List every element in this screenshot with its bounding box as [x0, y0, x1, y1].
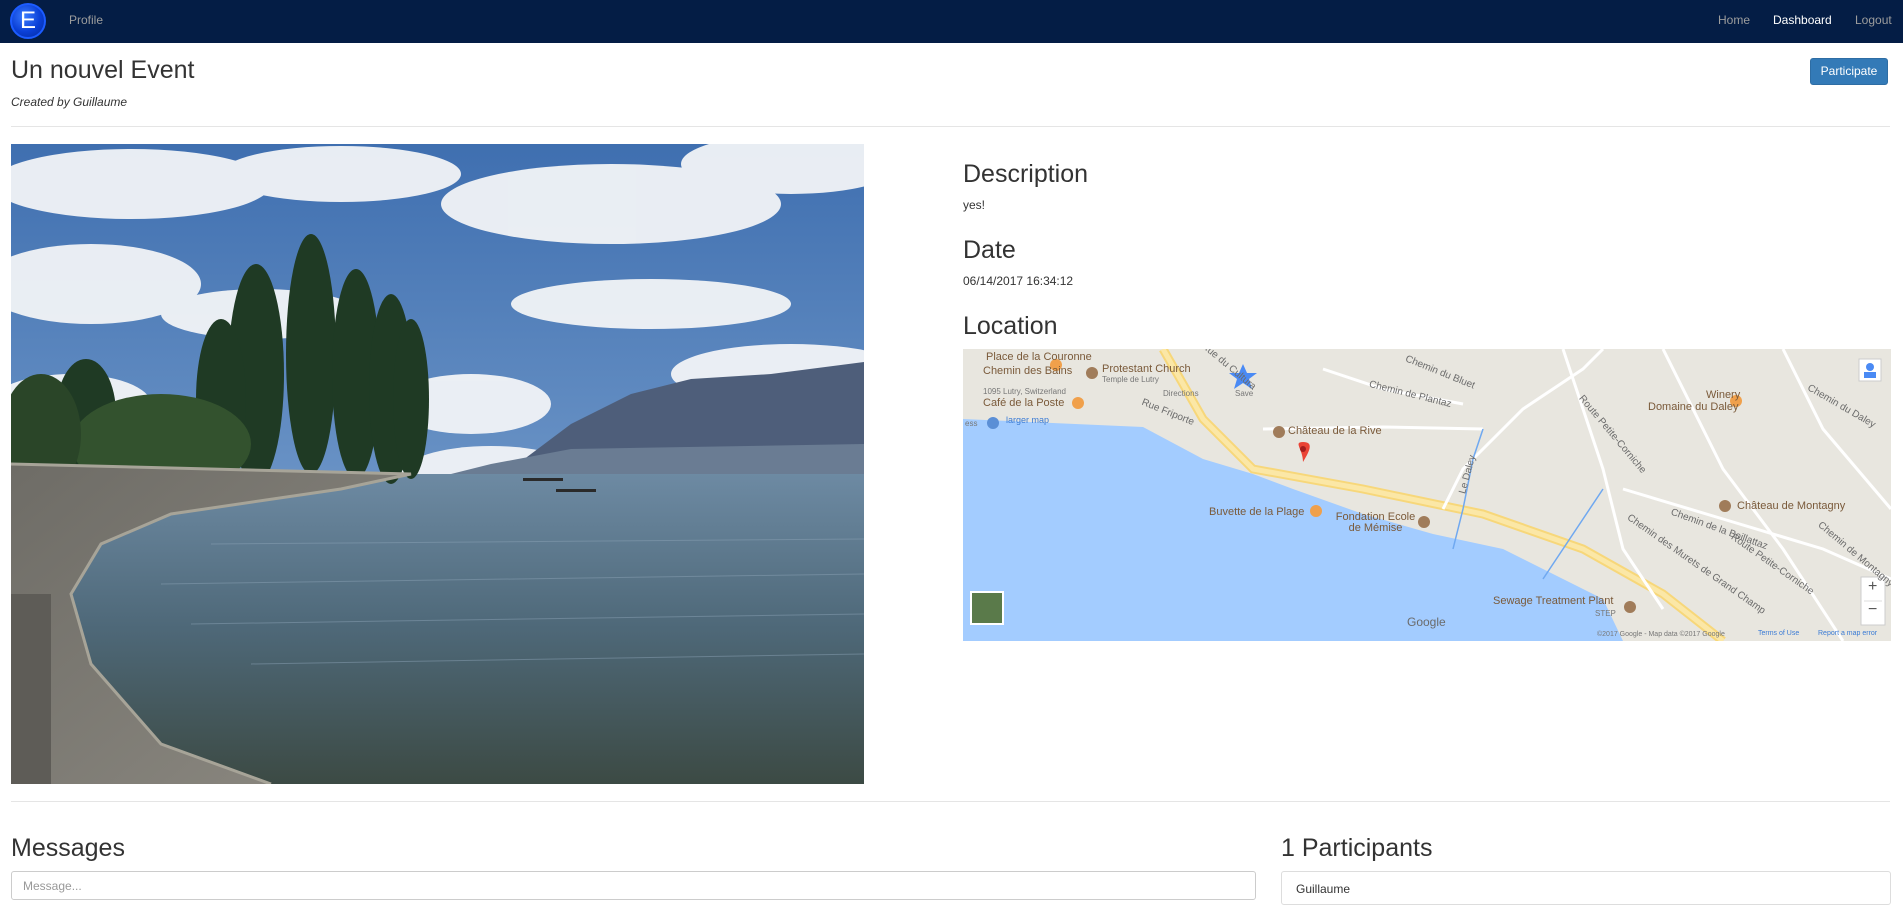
event-photo: [11, 144, 864, 784]
map-label: Protestant Church: [1102, 363, 1191, 375]
map-label: STEP: [1595, 609, 1616, 618]
brand-logo[interactable]: E: [10, 3, 46, 39]
location-map[interactable]: Place de la Couronne Chemin des Bains Pr…: [963, 349, 1891, 641]
nav-profile-link[interactable]: Profile: [69, 13, 103, 27]
navbar: E Profile Home Dashboard Logout: [0, 0, 1903, 43]
message-input[interactable]: [11, 871, 1256, 900]
zoom-out-button[interactable]: −: [1868, 601, 1877, 619]
nav-dashboard-link[interactable]: Dashboard: [1773, 13, 1832, 27]
map-label: Winery: [1706, 389, 1741, 401]
google-logo: Google: [1407, 615, 1446, 629]
map-label: Place de la Couronne: [986, 351, 1092, 363]
divider: [11, 801, 1890, 802]
map-label: 1095 Lutry, Switzerland: [983, 387, 1067, 396]
event-title: Un nouvel Event: [11, 56, 195, 84]
nav-home-link[interactable]: Home: [1718, 13, 1750, 27]
map-directions-link[interactable]: Directions: [1163, 389, 1199, 398]
map-report-link[interactable]: Report a map error: [1818, 630, 1877, 637]
nav-logout-link[interactable]: Logout: [1855, 13, 1892, 27]
event-creator: Created by Guillaume: [11, 95, 128, 109]
participants-heading: 1 Participants: [1281, 834, 1433, 862]
location-heading: Location: [963, 312, 1058, 340]
map-larger-link[interactable]: larger map: [1006, 415, 1049, 425]
map-label: Château de Montagny: [1737, 500, 1846, 512]
map-label: Temple de Lutry: [1102, 375, 1159, 384]
divider: [11, 126, 1890, 127]
map-label: ess: [965, 419, 978, 428]
map-terms-link[interactable]: Terms of Use: [1758, 630, 1799, 637]
participate-button[interactable]: Participate: [1810, 58, 1888, 85]
description-heading: Description: [963, 160, 1089, 188]
date-text: 06/14/2017 16:34:12: [963, 274, 1074, 288]
map-label: Café de la Poste: [983, 397, 1065, 409]
date-heading: Date: [963, 236, 1016, 264]
participant-name: Guillaume: [1296, 882, 1351, 896]
participant-list-item: Guillaume: [1281, 871, 1891, 905]
map-label: Chemin des Bains: [983, 365, 1073, 377]
map-label: Fondation Ecole de Mémise: [1335, 511, 1416, 534]
map-attribution: ©2017 Google - Map data ©2017 Google: [1597, 631, 1725, 638]
zoom-in-button[interactable]: +: [1868, 578, 1877, 596]
map-label: Domaine du Daley: [1648, 401, 1739, 413]
messages-heading: Messages: [11, 834, 125, 862]
map-label: Sewage Treatment Plant: [1493, 595, 1614, 607]
map-label: Château de la Rive: [1288, 425, 1382, 437]
map-label: Buvette de la Plage: [1209, 506, 1305, 518]
description-text: yes!: [963, 198, 986, 212]
